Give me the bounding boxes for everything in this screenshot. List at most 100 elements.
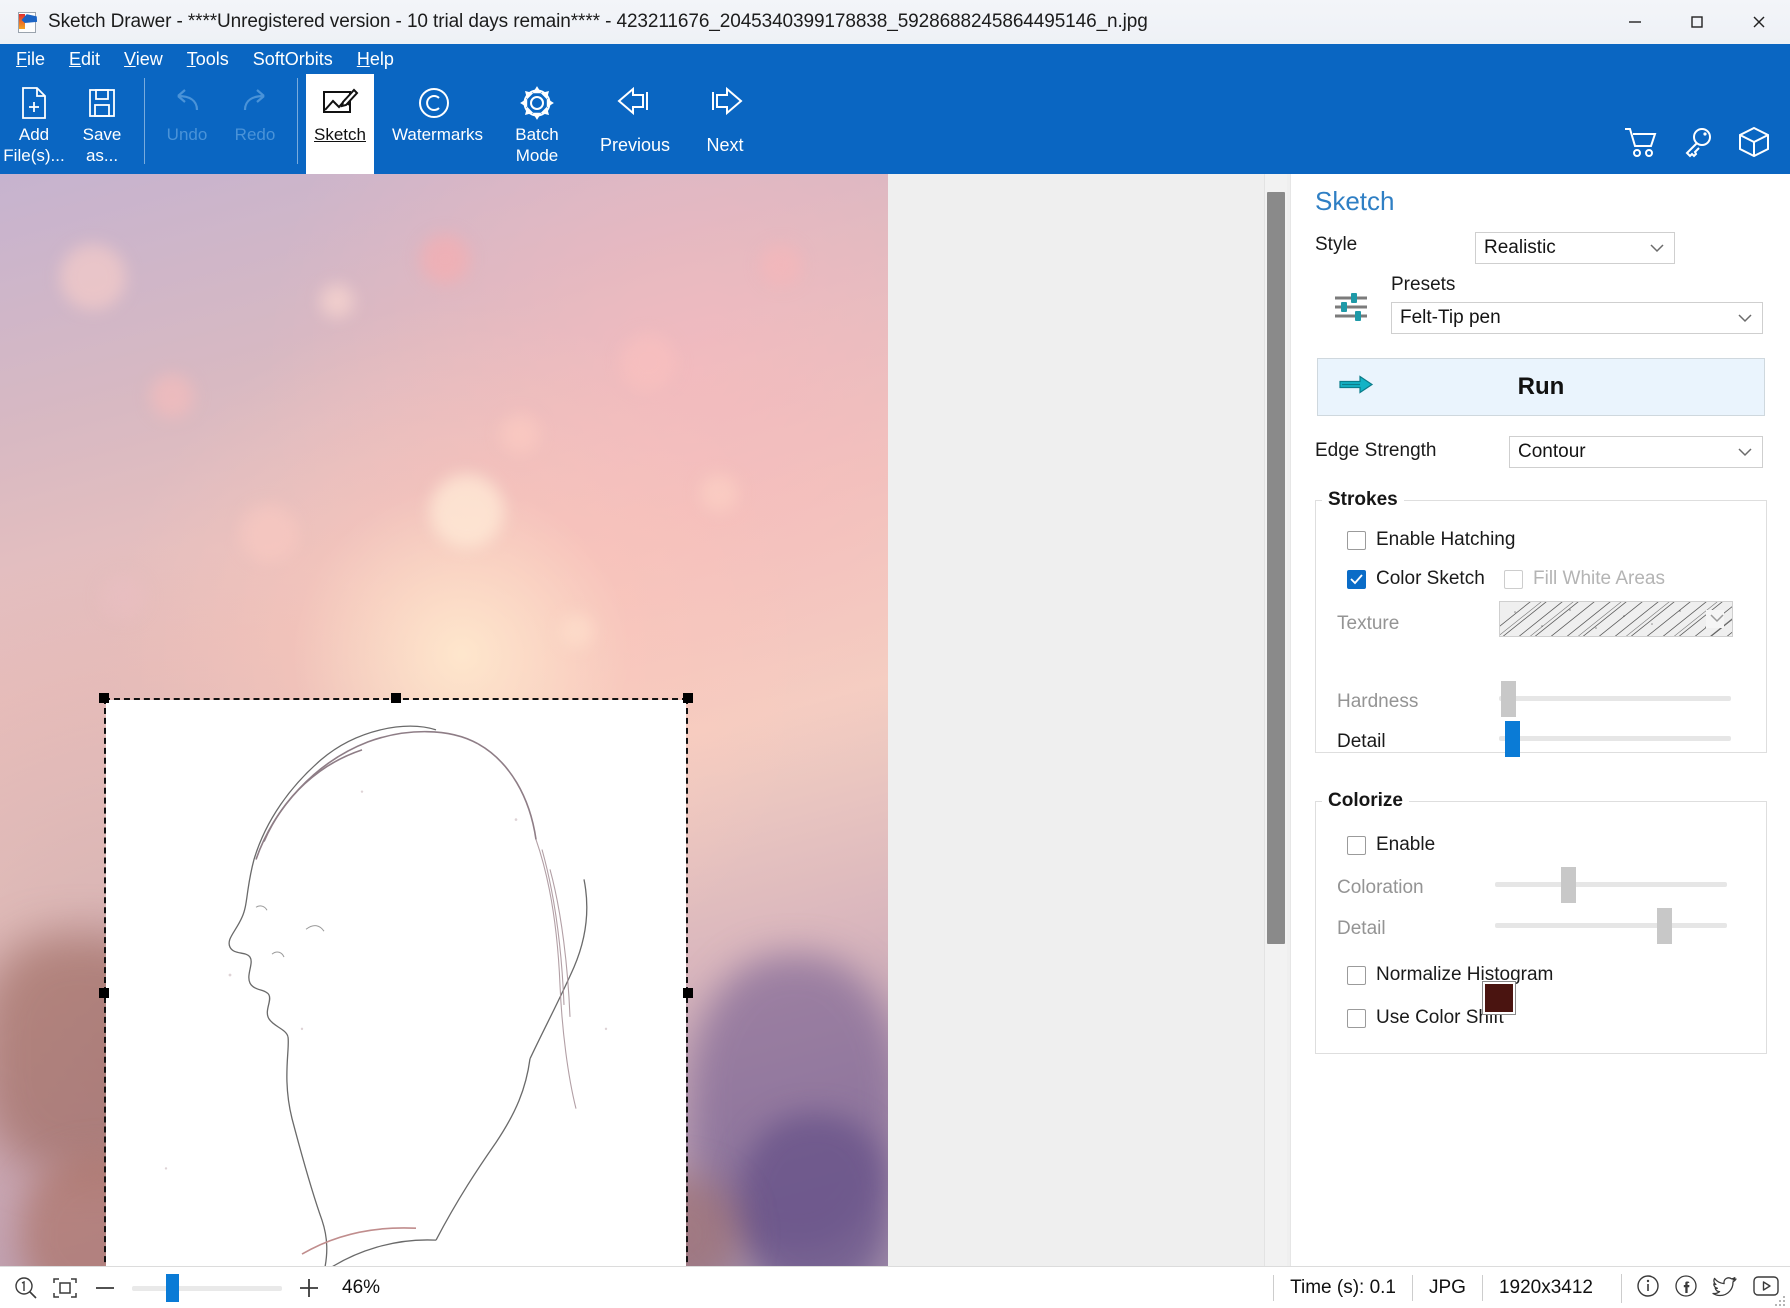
close-icon[interactable] [1728,0,1790,44]
redo-label: Redo [234,125,276,144]
batch-mode-button[interactable]: Batch Mode [494,74,580,180]
package-box-icon[interactable] [1738,126,1770,163]
vertical-scrollbar-thumb[interactable] [1267,192,1285,944]
colorize-legend: Colorize [1328,790,1403,811]
color-sketch-row[interactable]: Color Sketch [1347,568,1485,590]
ribbon-toolbar: File Edit View Tools SoftOrbits Help Add… [0,44,1790,180]
menu-file[interactable]: File [16,49,45,70]
minus-icon[interactable] [92,1278,118,1298]
use-color-shift-row[interactable]: Use Color Shift [1347,1007,1504,1029]
coloration-slider-track [1495,882,1727,887]
next-button[interactable]: Next [680,74,770,156]
use-color-shift-checkbox[interactable] [1347,1008,1366,1028]
hardness-slider-thumb[interactable] [1501,681,1516,717]
selection-handle-mr[interactable] [683,988,693,998]
menu-help[interactable]: Help [357,49,394,70]
save-as-button[interactable]: Save as... [68,74,136,180]
colorize-detail-slider-thumb[interactable] [1657,908,1672,944]
selection-handle-tl[interactable] [99,693,109,703]
edge-strength-label-row: Edge Strength [1315,440,1436,462]
minimize-icon[interactable] [1604,0,1666,44]
fill-white-areas-checkbox[interactable] [1504,569,1523,589]
file-plus-icon [19,82,49,124]
color-sketch-label: Color Sketch [1376,568,1485,589]
presets-select[interactable]: Felt-Tip pen [1391,302,1763,334]
plus-icon[interactable] [296,1277,322,1299]
coloration-slider-thumb[interactable] [1561,867,1576,903]
presets-label: Presets [1391,274,1456,295]
edge-strength-select[interactable]: Contour [1509,436,1763,468]
watermarks-button[interactable]: Watermarks [374,74,494,180]
batch-mode-label: Batch Mode [515,125,559,165]
panel-title: Sketch [1315,186,1395,216]
style-select-value: Realistic [1484,237,1556,258]
colorize-detail-slider[interactable] [1495,908,1727,944]
sketch-label: Sketch [314,125,366,144]
presets-sliders-icon-row [1331,287,1371,332]
status-right-group: Time (s): 0.1 JPG 1920x3412 [1273,1267,1780,1308]
selection-handle-tc[interactable] [391,693,401,703]
previous-button[interactable]: Previous [590,74,680,156]
strokes-detail-label: Detail [1337,731,1386,752]
title-bar: Sketch Drawer - ****Unregistered version… [0,0,1790,45]
save-as-label: Save as... [82,125,122,165]
canvas-empty-area [888,174,1290,1266]
run-arrow-icon [1338,374,1374,401]
arrow-left-icon [616,86,654,121]
resize-grip[interactable] [1774,1294,1786,1306]
sliders-icon [1331,287,1371,332]
normalize-histogram-label: Normalize Histogram [1376,964,1554,985]
selection-handle-tr[interactable] [683,693,693,703]
redo-button[interactable]: Redo [221,74,289,180]
info-circle-icon[interactable] [1636,1274,1660,1303]
vertical-scrollbar[interactable] [1264,174,1287,1266]
enable-hatching-row[interactable]: Enable Hatching [1347,529,1515,551]
key-icon[interactable] [1682,126,1714,163]
image-workspace[interactable] [0,174,1290,1266]
normalize-histogram-row[interactable]: Normalize Histogram [1347,964,1553,986]
maximize-icon[interactable] [1666,0,1728,44]
colorize-enable-label: Enable [1376,834,1436,855]
enable-hatching-checkbox[interactable] [1347,530,1366,550]
floppy-disk-icon [87,82,117,124]
selection-handle-ml[interactable] [99,988,109,998]
zoom-one-to-one-icon[interactable] [14,1276,38,1300]
fit-to-window-icon[interactable] [52,1277,78,1299]
color-shift-swatch[interactable] [1483,982,1515,1014]
menu-softorbits[interactable]: SoftOrbits [253,49,333,70]
menu-view[interactable]: View [124,49,163,70]
fill-white-areas-row[interactable]: Fill White Areas [1504,568,1665,590]
colorize-enable-checkbox[interactable] [1347,835,1366,855]
ribbon-right-icons [1624,126,1770,163]
menu-edit[interactable]: Edit [69,49,100,70]
edge-strength-label: Edge Strength [1315,440,1437,461]
status-format: JPG [1412,1275,1482,1301]
image-selection-marquee[interactable] [99,693,693,1266]
sketch-button[interactable]: Sketch [306,74,374,180]
undo-button[interactable]: Undo [153,74,221,180]
chevron-down-icon [1650,237,1664,259]
twitter-icon[interactable] [1712,1274,1738,1303]
hardness-slider[interactable] [1499,681,1731,717]
texture-select[interactable] [1499,601,1733,637]
application-window: Sketch Drawer - ****Unregistered version… [0,0,1790,1308]
shopping-cart-icon[interactable] [1624,126,1658,163]
facebook-icon[interactable] [1674,1274,1698,1303]
zoom-slider-track [132,1286,282,1291]
strokes-detail-slider-thumb[interactable] [1505,721,1520,757]
toolbar-separator-2 [297,78,298,164]
zoom-slider[interactable] [132,1274,282,1302]
sketch-drawer-icon [16,11,38,33]
normalize-histogram-checkbox[interactable] [1347,965,1366,985]
menu-tools[interactable]: Tools [187,49,229,70]
run-button[interactable]: Run [1317,358,1765,416]
style-select[interactable]: Realistic [1475,232,1675,264]
hatched-texture-swatch [1500,602,1732,636]
strokes-detail-slider[interactable] [1499,721,1731,757]
add-files-button[interactable]: Add File(s)... [0,74,68,180]
color-sketch-checkbox[interactable] [1347,569,1366,589]
coloration-slider[interactable] [1495,867,1727,903]
zoom-slider-thumb[interactable] [166,1274,179,1302]
presets-label-row: Presets [1391,274,1455,296]
colorize-enable-row[interactable]: Enable [1347,834,1435,856]
